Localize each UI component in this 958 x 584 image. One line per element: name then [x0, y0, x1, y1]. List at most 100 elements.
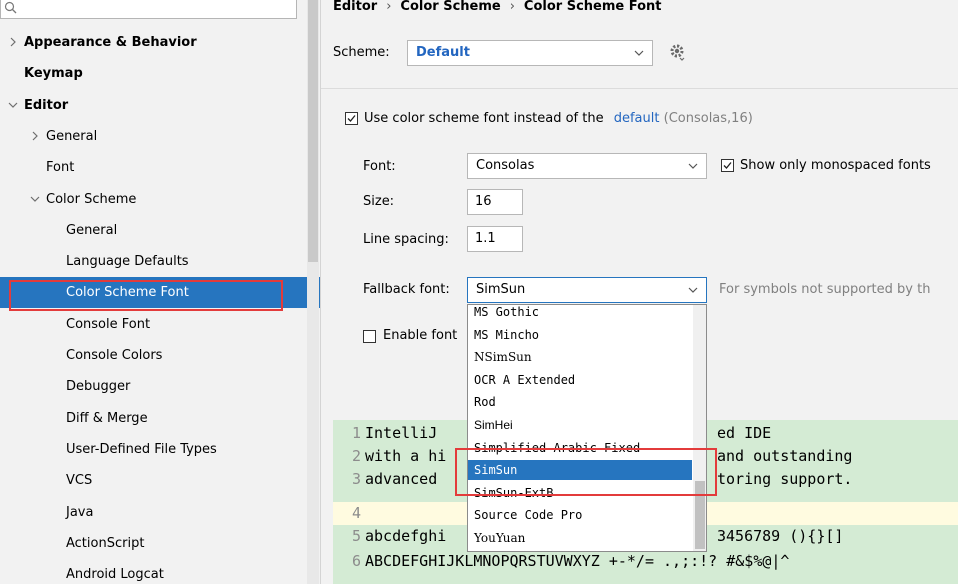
- default-font-hint: (Consolas,16): [663, 111, 753, 126]
- show-monospaced-label: Show only monospaced fonts: [740, 158, 931, 173]
- preview-text: toring support.: [717, 470, 853, 488]
- sidebar-item[interactable]: Console Font: [0, 309, 320, 340]
- breadcrumb-item[interactable]: Editor: [333, 0, 377, 14]
- dropdown-option[interactable]: Rod: [468, 392, 692, 412]
- breadcrumb-item[interactable]: Color Scheme: [400, 0, 500, 14]
- default-font-link[interactable]: default: [614, 111, 660, 126]
- fallback-font-value: SimSun: [476, 282, 526, 297]
- sidebar-item-label: General: [46, 129, 98, 144]
- scheme-value: Default: [416, 45, 470, 60]
- size-value: 16: [475, 194, 492, 209]
- search-field[interactable]: [0, 0, 297, 19]
- preview-text: ABCDEFGHIJKLMNOPQRSTUVWXYZ +-*/= .,;:!? …: [365, 552, 790, 570]
- enable-ligatures-label: Enable font: [383, 328, 458, 343]
- sidebar-item-label: Language Defaults: [66, 254, 189, 269]
- selected-option-highlight-box: [455, 448, 717, 496]
- breadcrumb-item: Color Scheme Font: [523, 0, 662, 14]
- sidebar-item[interactable]: Diff & Merge: [0, 403, 320, 434]
- sidebar-item[interactable]: Console Colors: [0, 340, 320, 371]
- size-label: Size:: [363, 194, 395, 209]
- sidebar-item[interactable]: ActionScript: [0, 528, 320, 559]
- sidebar-item-label: Console Colors: [66, 348, 163, 363]
- sidebar-item[interactable]: Java: [0, 497, 320, 528]
- chevron-right-icon[interactable]: [8, 37, 18, 47]
- sidebar-item[interactable]: Appearance & Behavior: [0, 27, 320, 58]
- line-number: 1: [351, 424, 361, 442]
- chevron-right-icon[interactable]: [30, 131, 40, 141]
- selected-item-highlight-box: [9, 280, 283, 311]
- sidebar-item[interactable]: Editor: [0, 90, 320, 121]
- dropdown-option[interactable]: YouYuan: [468, 528, 692, 548]
- line-number: 3: [351, 470, 361, 488]
- check-icon: [347, 115, 356, 122]
- sidebar-scrollbar[interactable]: [307, 0, 319, 584]
- chevron-down-icon: [634, 50, 644, 56]
- line-number: 4: [351, 504, 361, 522]
- sidebar-item-label: Font: [46, 160, 75, 175]
- chevron-down-icon[interactable]: [8, 100, 18, 110]
- sidebar-item-label: Color Scheme: [46, 192, 137, 207]
- breadcrumb-separator: ›: [509, 0, 515, 14]
- preview-text: 3456789 (){}[]: [717, 527, 844, 545]
- scheme-select[interactable]: Default: [407, 40, 653, 66]
- line-number: 5: [351, 527, 361, 545]
- fallback-font-hint: For symbols not supported by th: [719, 282, 931, 297]
- use-scheme-font-checkbox[interactable]: [345, 112, 358, 125]
- sidebar-item[interactable]: Android Logcat: [0, 559, 320, 584]
- dropdown-option[interactable]: NSimSun: [468, 347, 692, 367]
- fallback-font-select[interactable]: SimSun: [467, 277, 707, 303]
- sidebar-item-label: General: [66, 223, 118, 238]
- sidebar-item-label: Java: [66, 505, 94, 520]
- sidebar-item[interactable]: General: [0, 215, 320, 246]
- sidebar-item[interactable]: User-Defined File Types: [0, 434, 320, 465]
- gear-icon[interactable]: [669, 43, 687, 61]
- preview-line: 6 ABCDEFGHIJKLMNOPQRSTUVWXYZ +-*/= .,;:!?…: [333, 550, 958, 573]
- preview-text: ed IDE: [717, 424, 772, 442]
- check-icon: [723, 162, 732, 169]
- dropdown-option[interactable]: MS Gothic: [468, 305, 692, 322]
- sidebar-item-label: User-Defined File Types: [66, 442, 217, 457]
- scheme-label: Scheme:: [333, 45, 390, 60]
- sidebar-item-label: Keymap: [24, 66, 83, 81]
- show-monospaced-checkbox[interactable]: [721, 159, 734, 172]
- sidebar-item-label: ActionScript: [66, 536, 145, 551]
- preview-text: advanced: [365, 470, 438, 488]
- font-select[interactable]: Consolas: [467, 153, 707, 179]
- dropdown-scrollbar[interactable]: [693, 305, 706, 551]
- dropdown-option[interactable]: SimHei: [468, 415, 692, 435]
- sidebar-item-label: Android Logcat: [66, 567, 164, 582]
- sidebar-item-label: Diff & Merge: [66, 411, 148, 426]
- sidebar-item[interactable]: VCS: [0, 465, 320, 496]
- dropdown-option[interactable]: MS Mincho: [468, 325, 692, 345]
- sidebar-item[interactable]: Font: [0, 152, 320, 183]
- chevron-down-icon: [688, 287, 698, 293]
- preview-text: with a hi: [365, 447, 447, 465]
- dropdown-option[interactable]: Source Code Pro: [468, 505, 692, 525]
- line-spacing-label: Line spacing:: [363, 232, 449, 247]
- preview-text: IntelliJ: [365, 424, 438, 442]
- sidebar-item[interactable]: Keymap: [0, 58, 320, 89]
- chevron-down-icon[interactable]: [30, 194, 40, 204]
- search-input[interactable]: [23, 0, 293, 17]
- line-number: 2: [351, 447, 361, 465]
- use-scheme-font-label: Use color scheme font instead of the def…: [364, 111, 753, 126]
- dropdown-option[interactable]: OCR A Extended: [468, 370, 692, 390]
- sidebar-item-label: Appearance & Behavior: [24, 35, 197, 50]
- size-input[interactable]: 16: [467, 189, 523, 215]
- font-label: Font:: [363, 159, 396, 174]
- fallback-font-dropdown-list[interactable]: YouYuan Source Code Pro SimSun-ExtB SimSun S…: [467, 304, 707, 552]
- sidebar-item[interactable]: General: [0, 121, 320, 152]
- sidebar-item-label: VCS: [66, 473, 93, 488]
- breadcrumb: Editor › Color Scheme › Color Scheme Font: [333, 0, 662, 20]
- line-number: 6: [351, 552, 361, 570]
- sidebar-item[interactable]: Debugger: [0, 371, 320, 402]
- sidebar-item[interactable]: Color Scheme: [0, 184, 320, 215]
- sidebar-item-label: Editor: [24, 98, 69, 113]
- line-spacing-input[interactable]: 1.1: [467, 226, 523, 252]
- breadcrumb-separator: ›: [386, 0, 392, 14]
- chevron-down-icon: [688, 163, 698, 169]
- line-spacing-value: 1.1: [475, 231, 496, 246]
- sidebar-scrollbar-thumb[interactable]: [308, 0, 318, 262]
- enable-ligatures-checkbox[interactable]: [363, 330, 376, 343]
- sidebar-item[interactable]: Language Defaults: [0, 246, 320, 277]
